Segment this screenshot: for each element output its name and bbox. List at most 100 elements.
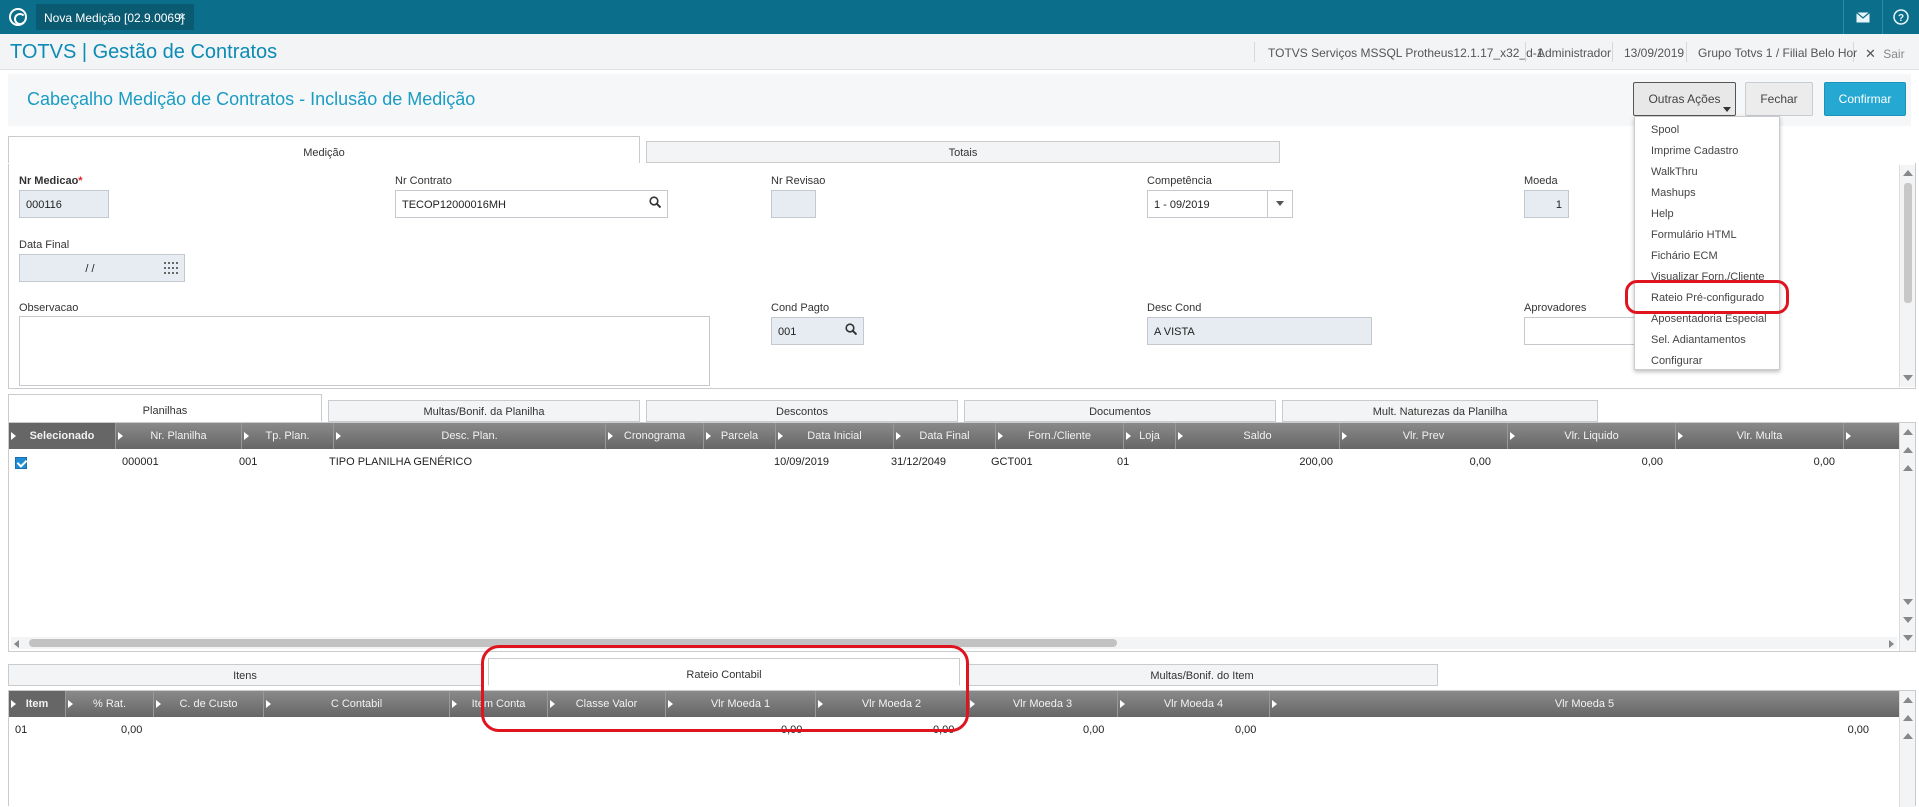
menu-item-spool[interactable]: Spool [1635, 120, 1781, 141]
menu-item-fichario-ecm[interactable]: Fichário ECM [1635, 246, 1781, 267]
tab-descontos[interactable]: Descontos [646, 400, 958, 422]
column-header[interactable]: % Rat. [65, 691, 153, 717]
grid-scrollbar[interactable] [1899, 691, 1915, 807]
column-label: Cronograma [623, 430, 686, 442]
menu-item-help[interactable]: Help [1635, 204, 1781, 225]
nr-revisao-field[interactable] [771, 190, 816, 218]
scroll-bottom-icon[interactable] [1903, 635, 1913, 641]
column-header[interactable]: Tp. Plan. [241, 423, 333, 449]
sort-icon [970, 700, 975, 708]
form-scrollbar[interactable] [1899, 165, 1915, 387]
scroll-down-icon[interactable] [1903, 617, 1913, 623]
sort-icon [896, 432, 901, 440]
sort-icon [11, 700, 16, 708]
tab-multas-bonif-item[interactable]: Multas/Bonif. do Item [966, 664, 1438, 686]
cond-pagto-label: Cond Pagto [771, 302, 830, 314]
tab-planilhas[interactable]: Planilhas [8, 394, 322, 422]
search-icon[interactable] [649, 196, 661, 208]
tab-multas-bonif-planilha[interactable]: Multas/Bonif. da Planilha [328, 400, 640, 422]
scroll-up-icon[interactable] [1903, 170, 1913, 176]
column-header[interactable]: Cronograma [605, 423, 703, 449]
divider [1267, 191, 1268, 217]
scrollbar-thumb[interactable] [1904, 183, 1912, 303]
menu-item-formulario-html[interactable]: Formulário HTML [1635, 225, 1781, 246]
scroll-right-icon[interactable] [1889, 640, 1894, 648]
column-header[interactable]: Desc. Plan. [333, 423, 605, 449]
column-header[interactable]: C Contabil [263, 691, 449, 717]
observacao-textarea[interactable] [19, 316, 710, 386]
column-header[interactable]: C. de Custo [153, 691, 263, 717]
search-icon[interactable] [845, 323, 857, 335]
column-header[interactable]: Item [9, 691, 65, 717]
tab-medicao[interactable]: Medição [8, 136, 640, 164]
column-header[interactable]: Loja [1123, 423, 1175, 449]
close-tab-icon[interactable]: × [178, 9, 186, 24]
calendar-icon[interactable] [164, 262, 178, 274]
column-header[interactable]: Vlr Moeda 3 [967, 691, 1117, 717]
totvs-logo-icon[interactable] [9, 8, 27, 26]
sort-icon [68, 700, 73, 708]
nr-contrato-field[interactable]: TECOP12000016MH [395, 190, 668, 218]
grid-scrollbar[interactable] [1899, 423, 1915, 651]
nr-medicao-field[interactable]: 000116 [19, 190, 109, 218]
column-header[interactable]: Vlr. Liquido [1507, 423, 1675, 449]
branch-label[interactable]: Grupo Totvs 1 / Filial Belo Hor [1698, 46, 1857, 60]
column-header[interactable]: Forn./Cliente [995, 423, 1123, 449]
cell-data-final: 31/12/2049 [891, 456, 947, 468]
window-tab[interactable]: Nova Medição [02.9.0069] × [36, 4, 194, 30]
other-actions-button[interactable]: Outras Ações [1633, 82, 1736, 116]
scroll-up-icon[interactable] [1903, 447, 1913, 453]
scroll-left-icon[interactable] [14, 640, 19, 648]
tab-label: Itens [233, 670, 257, 682]
menu-item-imprime-cadastro[interactable]: Imprime Cadastro [1635, 141, 1781, 162]
close-button[interactable]: Fechar [1745, 82, 1813, 116]
scroll-top-icon[interactable] [1903, 697, 1913, 703]
scroll-up-icon[interactable] [1903, 715, 1913, 721]
competencia-select[interactable]: 1 - 09/2019 [1147, 190, 1293, 218]
mail-icon[interactable] [1845, 0, 1881, 34]
column-header[interactable]: Data Inicial [775, 423, 893, 449]
app-title: TOTVS | Gestão de Contratos [10, 41, 278, 63]
menu-item-walkthru[interactable]: WalkThru [1635, 162, 1781, 183]
tab-totais[interactable]: Totais [646, 141, 1280, 163]
moeda-field[interactable]: 1 [1524, 190, 1569, 218]
desc-cond-field[interactable]: A VISTA [1147, 317, 1372, 345]
sort-icon [266, 700, 271, 708]
menu-item-mashups[interactable]: Mashups [1635, 183, 1781, 204]
column-label: Vlr Moeda 4 [1163, 698, 1224, 710]
logout-button[interactable]: ✕ Sair [1865, 46, 1905, 62]
column-header[interactable]: Vlr. Prev [1339, 423, 1507, 449]
column-header[interactable]: Vlr Moeda 5 [1269, 691, 1899, 717]
table-row[interactable]: 000001 001 TIPO PLANILHA GENÉRICO 10/09/… [9, 449, 1899, 475]
sort-icon [998, 432, 1003, 440]
sort-icon [118, 432, 123, 440]
column-header[interactable] [1843, 423, 1899, 449]
tab-mult-naturezas[interactable]: Mult. Naturezas da Planilha [1282, 400, 1598, 422]
scroll-page-down-icon[interactable] [1903, 599, 1913, 605]
column-header[interactable]: Saldo [1175, 423, 1339, 449]
column-header[interactable]: Nr. Planilha [115, 423, 241, 449]
column-header[interactable]: Data Final [893, 423, 995, 449]
tab-label: Mult. Naturezas da Planilha [1372, 406, 1508, 418]
divider [1612, 42, 1613, 62]
divider [1525, 42, 1526, 62]
column-header[interactable]: Vlr Moeda 4 [1117, 691, 1269, 717]
scroll-down-icon[interactable] [1903, 375, 1913, 381]
menu-item-sel-adiantamentos[interactable]: Sel. Adiantamentos [1635, 330, 1781, 351]
sort-icon [778, 432, 783, 440]
tab-documentos[interactable]: Documentos [964, 400, 1276, 422]
scroll-top-icon[interactable] [1903, 429, 1913, 435]
help-icon[interactable]: ? [1883, 0, 1919, 34]
column-header[interactable]: Selecionado [9, 423, 115, 449]
cond-pagto-field[interactable]: 001 [771, 317, 864, 345]
tab-itens[interactable]: Itens [8, 664, 482, 686]
column-header[interactable]: Parcela [703, 423, 775, 449]
scroll-page-up-icon[interactable] [1903, 465, 1913, 471]
menu-item-configurar[interactable]: Configurar [1635, 351, 1781, 372]
scroll-page-up-icon[interactable] [1903, 733, 1913, 739]
row-checkbox[interactable] [15, 457, 27, 469]
confirm-button[interactable]: Confirmar [1824, 82, 1906, 116]
data-final-field[interactable]: / / [19, 254, 185, 282]
aprovadores-field[interactable] [1524, 317, 1644, 345]
column-header[interactable]: Vlr. Multa [1675, 423, 1843, 449]
